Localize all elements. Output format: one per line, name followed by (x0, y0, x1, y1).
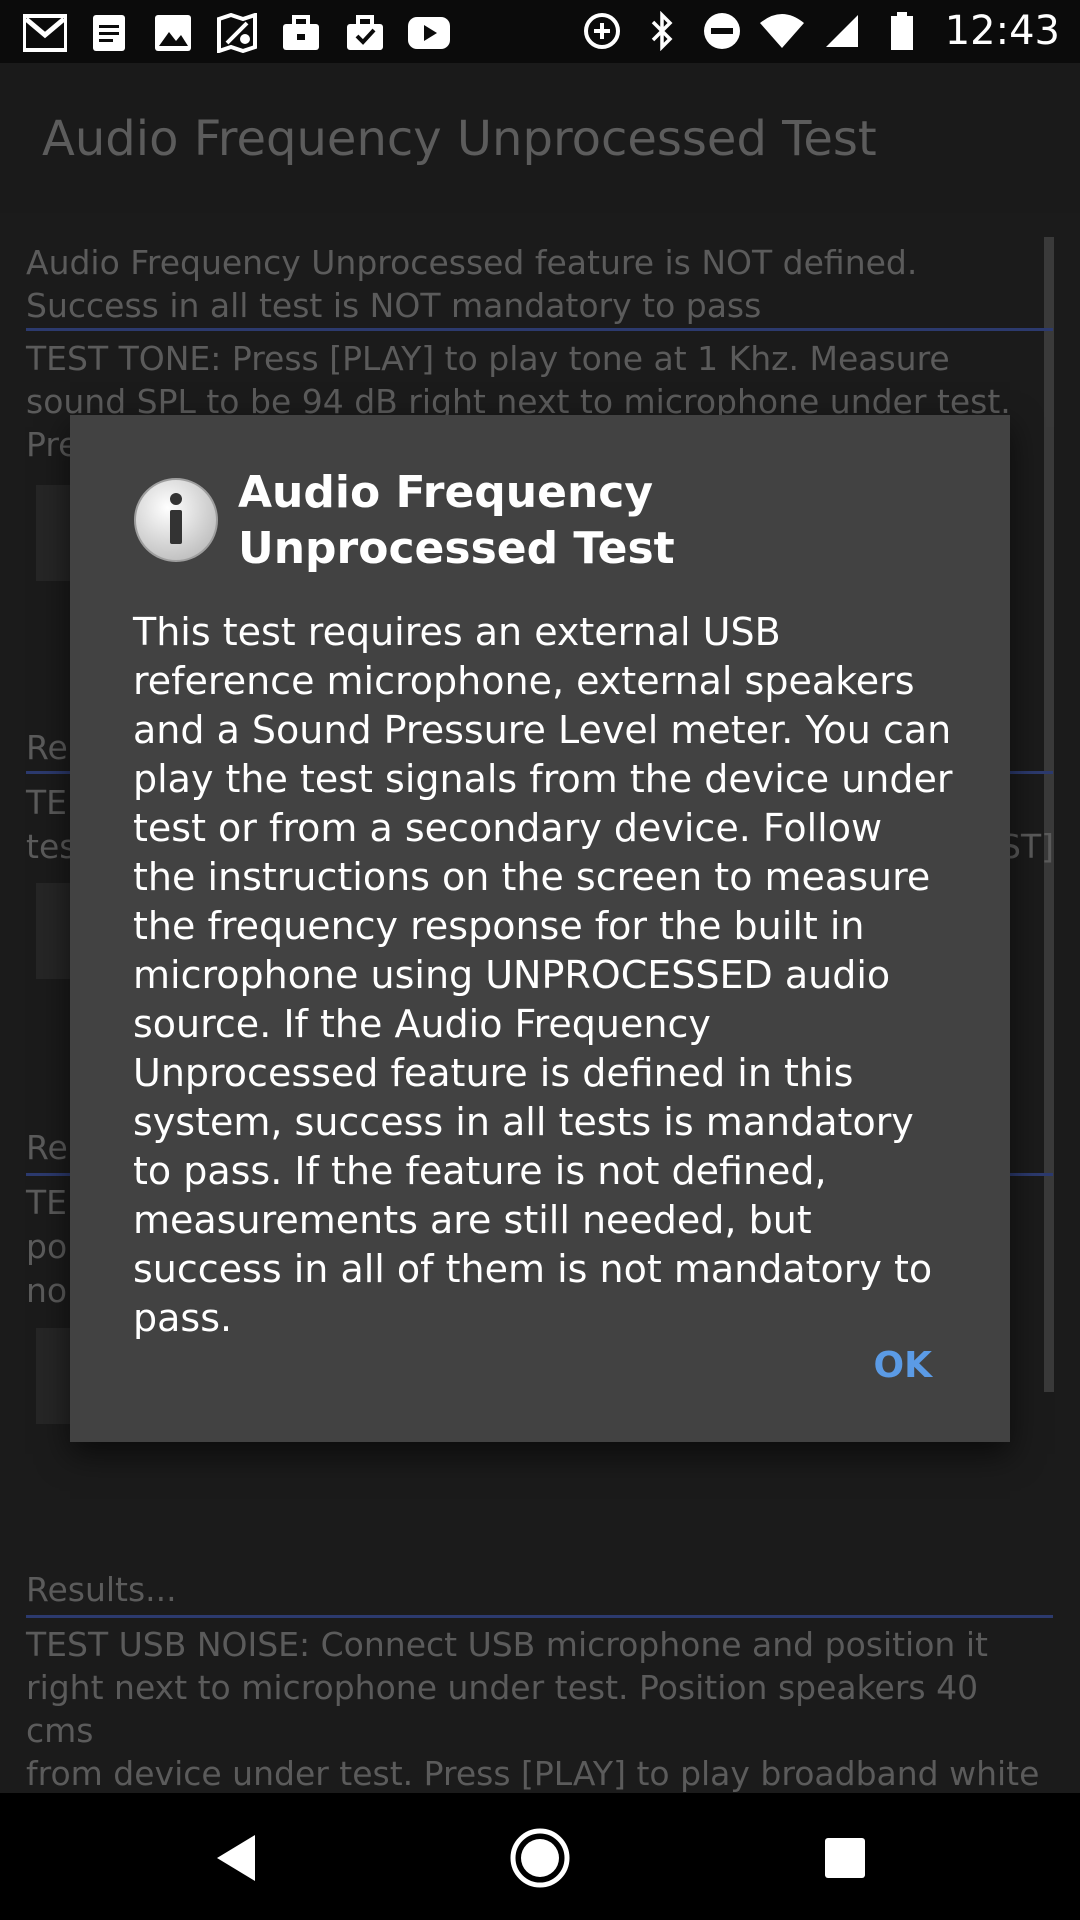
docs-icon (86, 10, 132, 56)
app-bar: Audio Frequency Unprocessed Test (0, 63, 1080, 213)
gmail-icon (22, 10, 68, 56)
status-time: 12:43 (944, 8, 1060, 54)
results-label: Re (26, 1128, 68, 1167)
feature-notice: Audio Frequency Unprocessed feature is N… (26, 243, 918, 325)
battery-icon (879, 8, 925, 54)
youtube-icon (406, 10, 452, 56)
dialog-title: Audio Frequency Unprocessed Test (238, 467, 675, 574)
navigation-bar (0, 1793, 1080, 1920)
data-saver-icon (579, 8, 625, 54)
info-icon (133, 477, 219, 563)
test-instructions: TE (26, 783, 68, 822)
status-bar: 12:43 (0, 0, 1080, 63)
divider (26, 1615, 1053, 1618)
test-instructions: no (26, 1271, 68, 1310)
briefcase-check-icon (342, 10, 388, 56)
results-label: Re (26, 728, 68, 767)
photos-icon (150, 10, 196, 56)
recents-icon[interactable] (810, 1823, 880, 1893)
ok-button[interactable]: OK (874, 1345, 933, 1386)
page-title: Audio Frequency Unprocessed Test (42, 111, 877, 167)
maps-icon (214, 10, 260, 56)
results-label: Results... (26, 1570, 177, 1609)
test-instructions: TE (26, 1183, 68, 1222)
bluetooth-icon (639, 8, 685, 54)
usb-noise-instructions: TEST USB NOISE: Connect USB microphone a… (26, 1625, 1040, 1793)
divider (26, 328, 1053, 331)
back-icon[interactable] (200, 1823, 270, 1893)
home-icon[interactable] (505, 1823, 575, 1893)
dialog-message: This test requires an external USB refer… (133, 610, 953, 1340)
test-instructions: tes (26, 827, 77, 866)
wifi-icon (759, 8, 805, 54)
do-not-disturb-icon (699, 8, 745, 54)
briefcase-icon (278, 10, 324, 56)
test-instructions: po (26, 1227, 68, 1266)
signal-icon (819, 8, 865, 54)
info-dialog: Audio Frequency Unprocessed Test This te… (70, 415, 1010, 1442)
